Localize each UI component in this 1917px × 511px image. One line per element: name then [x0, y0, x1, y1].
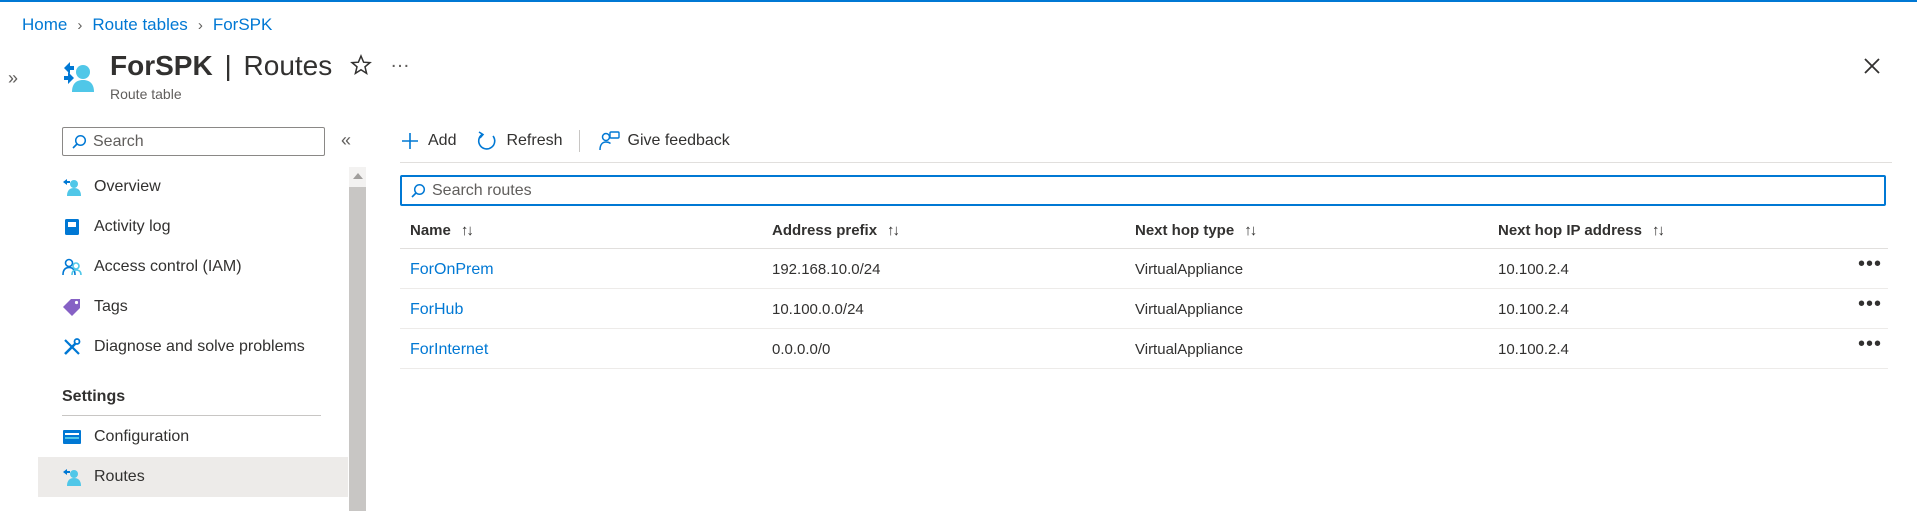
sidebar-item-activity-log[interactable]: Activity log: [38, 207, 348, 247]
access-control-icon: [62, 258, 82, 276]
refresh-label: Refresh: [506, 132, 563, 149]
sidebar-item-label: Routes: [94, 468, 145, 485]
sort-icon[interactable]: ↑↓: [1244, 222, 1257, 239]
refresh-button[interactable]: Refresh: [476, 130, 563, 152]
expand-menu-icon[interactable]: »: [8, 68, 18, 89]
add-button[interactable]: Add: [400, 131, 456, 151]
title-separator: |: [224, 50, 232, 81]
routes-search-input[interactable]: [432, 181, 1832, 200]
routes-table: Name ↑↓ Address prefix ↑↓ Next hop type ↑↓ …: [400, 213, 1888, 369]
route-table-icon: [64, 62, 94, 92]
table-row: ForHub 10.100.0.0/24 VirtualAppliance 10…: [400, 289, 1888, 329]
next-hop-type-cell: VirtualAppliance: [1135, 301, 1244, 318]
sidebar-item-label: Tags: [94, 298, 128, 315]
activity-log-icon: [65, 219, 79, 235]
breadcrumb-forspk[interactable]: ForSPK: [213, 15, 273, 35]
next-hop-type-cell: VirtualAppliance: [1135, 341, 1244, 358]
sort-icon[interactable]: ↑↓: [461, 222, 474, 239]
sort-icon[interactable]: ↑↓: [1652, 222, 1665, 239]
sidebar-section-settings: Settings: [62, 388, 126, 405]
chevron-right-icon: ›: [77, 16, 83, 34]
add-label: Add: [428, 132, 457, 149]
routes-icon: [63, 469, 81, 486]
sidebar-item-overview[interactable]: Overview: [38, 167, 348, 207]
table-row: ForInternet 0.0.0.0/0 VirtualAppliance 1…: [400, 329, 1888, 369]
next-hop-ip-cell: 10.100.2.4: [1498, 301, 1569, 318]
plus-icon: [402, 133, 418, 149]
refresh-icon: [478, 131, 496, 150]
sidebar-divider: [62, 415, 321, 416]
sidebar-item-configuration[interactable]: Configuration: [38, 417, 348, 457]
row-more-options-icon[interactable]: •••: [1858, 333, 1882, 356]
address-prefix-cell: 10.100.0.0/24: [772, 301, 864, 318]
sidebar-item-label: Activity log: [94, 218, 171, 235]
sidebar-item-label: Overview: [94, 178, 161, 195]
routes-search[interactable]: [400, 175, 1886, 206]
sidebar-scrollbar[interactable]: [349, 167, 366, 511]
feedback-icon: [598, 131, 620, 151]
scrollbar-thumb[interactable]: [349, 187, 366, 511]
wrench-icon: [64, 338, 81, 355]
overview-icon: [63, 179, 81, 196]
table-row: ForOnPrem 192.168.10.0/24 VirtualApplian…: [400, 249, 1888, 289]
toolbar-separator-line: [400, 162, 1892, 163]
row-more-options-icon[interactable]: •••: [1858, 293, 1882, 316]
page-title: ForSPK | Routes: [110, 50, 332, 82]
next-hop-type-cell: VirtualAppliance: [1135, 261, 1244, 278]
address-prefix-cell: 0.0.0.0/0: [772, 341, 831, 358]
top-accent-line: [0, 0, 1917, 2]
column-header-next-hop-ip[interactable]: Next hop IP address ↑↓: [1498, 222, 1665, 239]
close-icon[interactable]: [1862, 56, 1882, 76]
breadcrumb-route-tables[interactable]: Route tables: [92, 15, 187, 35]
next-hop-ip-cell: 10.100.2.4: [1498, 341, 1569, 358]
page-name: Routes: [243, 50, 333, 81]
give-feedback-label: Give feedback: [627, 132, 730, 149]
sidebar-item-label: Access control (IAM): [94, 258, 242, 275]
address-prefix-cell: 192.168.10.0/24: [772, 261, 881, 278]
scroll-up-icon[interactable]: [353, 173, 363, 179]
search-icon: [411, 183, 426, 198]
search-icon: [72, 134, 87, 149]
sort-icon[interactable]: ↑↓: [887, 222, 900, 239]
route-name-link[interactable]: ForHub: [410, 301, 463, 319]
toolbar-divider: [578, 130, 580, 152]
sidebar-item-label: Configuration: [94, 428, 190, 445]
sidebar-item-access-control[interactable]: Access control (IAM): [38, 247, 348, 287]
column-header-name[interactable]: Name ↑↓: [410, 222, 474, 239]
table-header: Name ↑↓ Address prefix ↑↓ Next hop type ↑↓ …: [400, 213, 1888, 249]
route-name-link[interactable]: ForOnPrem: [410, 261, 494, 279]
sidebar-item-routes[interactable]: Routes: [38, 457, 348, 497]
star-icon[interactable]: [350, 54, 372, 76]
tag-icon: [63, 299, 80, 316]
route-name-link[interactable]: ForInternet: [410, 341, 488, 359]
breadcrumb-home[interactable]: Home: [22, 15, 67, 35]
resource-name: ForSPK: [110, 50, 213, 81]
next-hop-ip-cell: 10.100.2.4: [1498, 261, 1569, 278]
sidebar-item-tags[interactable]: Tags: [38, 287, 348, 327]
row-more-options-icon[interactable]: •••: [1858, 253, 1882, 276]
chevron-right-icon: ›: [197, 16, 203, 34]
give-feedback-button[interactable]: Give feedback: [598, 130, 730, 152]
sidebar-search-input[interactable]: [93, 132, 313, 151]
breadcrumb: Home › Route tables › ForSPK: [22, 14, 272, 36]
column-header-next-hop-type[interactable]: Next hop type ↑↓: [1135, 222, 1257, 239]
configuration-icon: [63, 430, 81, 444]
page-subtitle: Route table: [110, 86, 182, 102]
column-header-address-prefix[interactable]: Address prefix ↑↓: [772, 222, 900, 239]
sidebar-item-diagnose[interactable]: Diagnose and solve problems: [38, 327, 348, 367]
sidebar-search[interactable]: [62, 127, 325, 156]
collapse-sidebar-icon[interactable]: «: [341, 130, 351, 151]
sidebar-item-label: Diagnose and solve problems: [94, 338, 305, 355]
more-options-icon[interactable]: …: [390, 50, 411, 73]
command-bar: Add Refresh Give feedback: [400, 126, 750, 156]
